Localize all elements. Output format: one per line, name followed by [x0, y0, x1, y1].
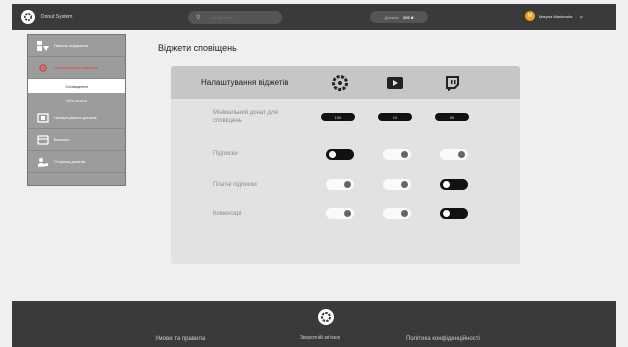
donut-system-icon [332, 75, 348, 91]
comments-label: Коментарі [213, 211, 242, 217]
subscriptions-label: Підписки [213, 151, 238, 157]
search-box[interactable]: ⚲ [188, 11, 282, 24]
page-title: Віджети сповіщень [158, 43, 237, 53]
comments-toggle-donut[interactable] [326, 208, 354, 219]
toggle-knob [401, 210, 408, 217]
paid-subscriptions-label: Платні підписки [213, 182, 257, 188]
sidebar-item-label: Виплати [54, 137, 70, 142]
toggle-knob [344, 210, 351, 217]
toggle-knob [401, 151, 408, 158]
paid-subscriptions-toggle-youtube[interactable] [383, 179, 411, 190]
sidebar-item-widget-settings[interactable]: Налаштування віджетів ⌃ [28, 57, 125, 79]
sidebar-item-payouts[interactable]: Виплати [28, 129, 125, 151]
paid-subscriptions-toggle-twitch[interactable] [440, 179, 468, 190]
balance-label: Донати: [384, 14, 400, 20]
subscriptions-toggle-twitch[interactable] [440, 149, 468, 160]
sidebar-item-donation-settings[interactable]: Налаштування донатів [28, 107, 125, 129]
payout-icon [37, 134, 49, 145]
toggle-knob [344, 181, 351, 188]
sidebar: Панель керування Налаштування віджетів ⌃… [27, 34, 126, 186]
user-menu[interactable]: M Maryna Maslovska ⌄ [525, 11, 584, 21]
avatar: M [525, 11, 535, 21]
user-name: Maryna Maslovska [539, 13, 573, 19]
feedback-link[interactable]: Зворотній зв'язок [300, 335, 340, 341]
comments-toggle-youtube[interactable] [383, 208, 411, 219]
sidebar-item-donation-page[interactable]: Сторінка донатів [28, 151, 125, 173]
sidebar-item-label: Сторінка донатів [54, 159, 86, 164]
min-donation-input-donut[interactable]: 100 [321, 113, 355, 121]
brand-name: Donut System [41, 14, 73, 20]
balance-value: 200 ₴ [403, 14, 414, 20]
donut-system-logo-icon [21, 10, 35, 24]
brand[interactable]: Donut System [21, 10, 72, 24]
sidebar-item-label: Налаштування донатів [54, 115, 97, 120]
donation-page-icon [38, 157, 48, 167]
toggle-knob [443, 181, 450, 188]
toggle-knob [443, 210, 450, 217]
comments-toggle-twitch[interactable] [440, 208, 468, 219]
panel-title: Налаштування віджетів [201, 78, 289, 87]
min-donation-input-twitch[interactable]: 50 [435, 113, 469, 121]
min-donation-label: Мінімальний донат для сповіщень [213, 110, 278, 124]
sidebar-subitem-notifications[interactable]: Сповіщення [28, 79, 125, 93]
min-donation-input-youtube[interactable]: 10 [378, 113, 412, 121]
toggle-knob [401, 181, 408, 188]
dashboard-icon [37, 40, 49, 51]
search-input[interactable] [210, 15, 271, 20]
sidebar-item-label: Налаштування віджетів [54, 65, 98, 70]
twitch-icon [446, 76, 459, 91]
donation-settings-icon [37, 112, 49, 123]
widget-settings-panel: Налаштування віджетів Мінімальний донат … [171, 66, 520, 264]
top-bar: Donut System ⚲ Донати: 200 ₴ M Maryna Ma… [12, 4, 616, 30]
toggle-knob [329, 151, 336, 158]
search-icon: ⚲ [196, 15, 201, 21]
sidebar-item-label: Панель керування [54, 43, 89, 48]
sidebar-subitem-mini-scale[interactable]: Міні-шкала [28, 93, 125, 107]
settings-icon [39, 63, 47, 72]
paid-subscriptions-toggle-donut[interactable] [326, 179, 354, 190]
privacy-link[interactable]: Політика конфіденційності [406, 336, 480, 342]
subscriptions-toggle-youtube[interactable] [383, 149, 411, 160]
sidebar-item-dashboard[interactable]: Панель керування [28, 35, 125, 57]
donut-system-logo-icon [318, 309, 334, 325]
chevron-up-icon: ⌃ [101, 64, 106, 71]
subscriptions-toggle-donut[interactable] [326, 149, 354, 160]
chevron-down-icon: ⌄ [578, 13, 585, 20]
toggle-knob [458, 151, 465, 158]
terms-link[interactable]: Умови та правила [155, 336, 205, 342]
footer: Умови та правила Зворотній зв'язок Політ… [12, 301, 616, 347]
panel-header: Налаштування віджетів [171, 66, 520, 99]
youtube-icon [387, 77, 403, 89]
balance-badge: Донати: 200 ₴ [370, 11, 428, 23]
